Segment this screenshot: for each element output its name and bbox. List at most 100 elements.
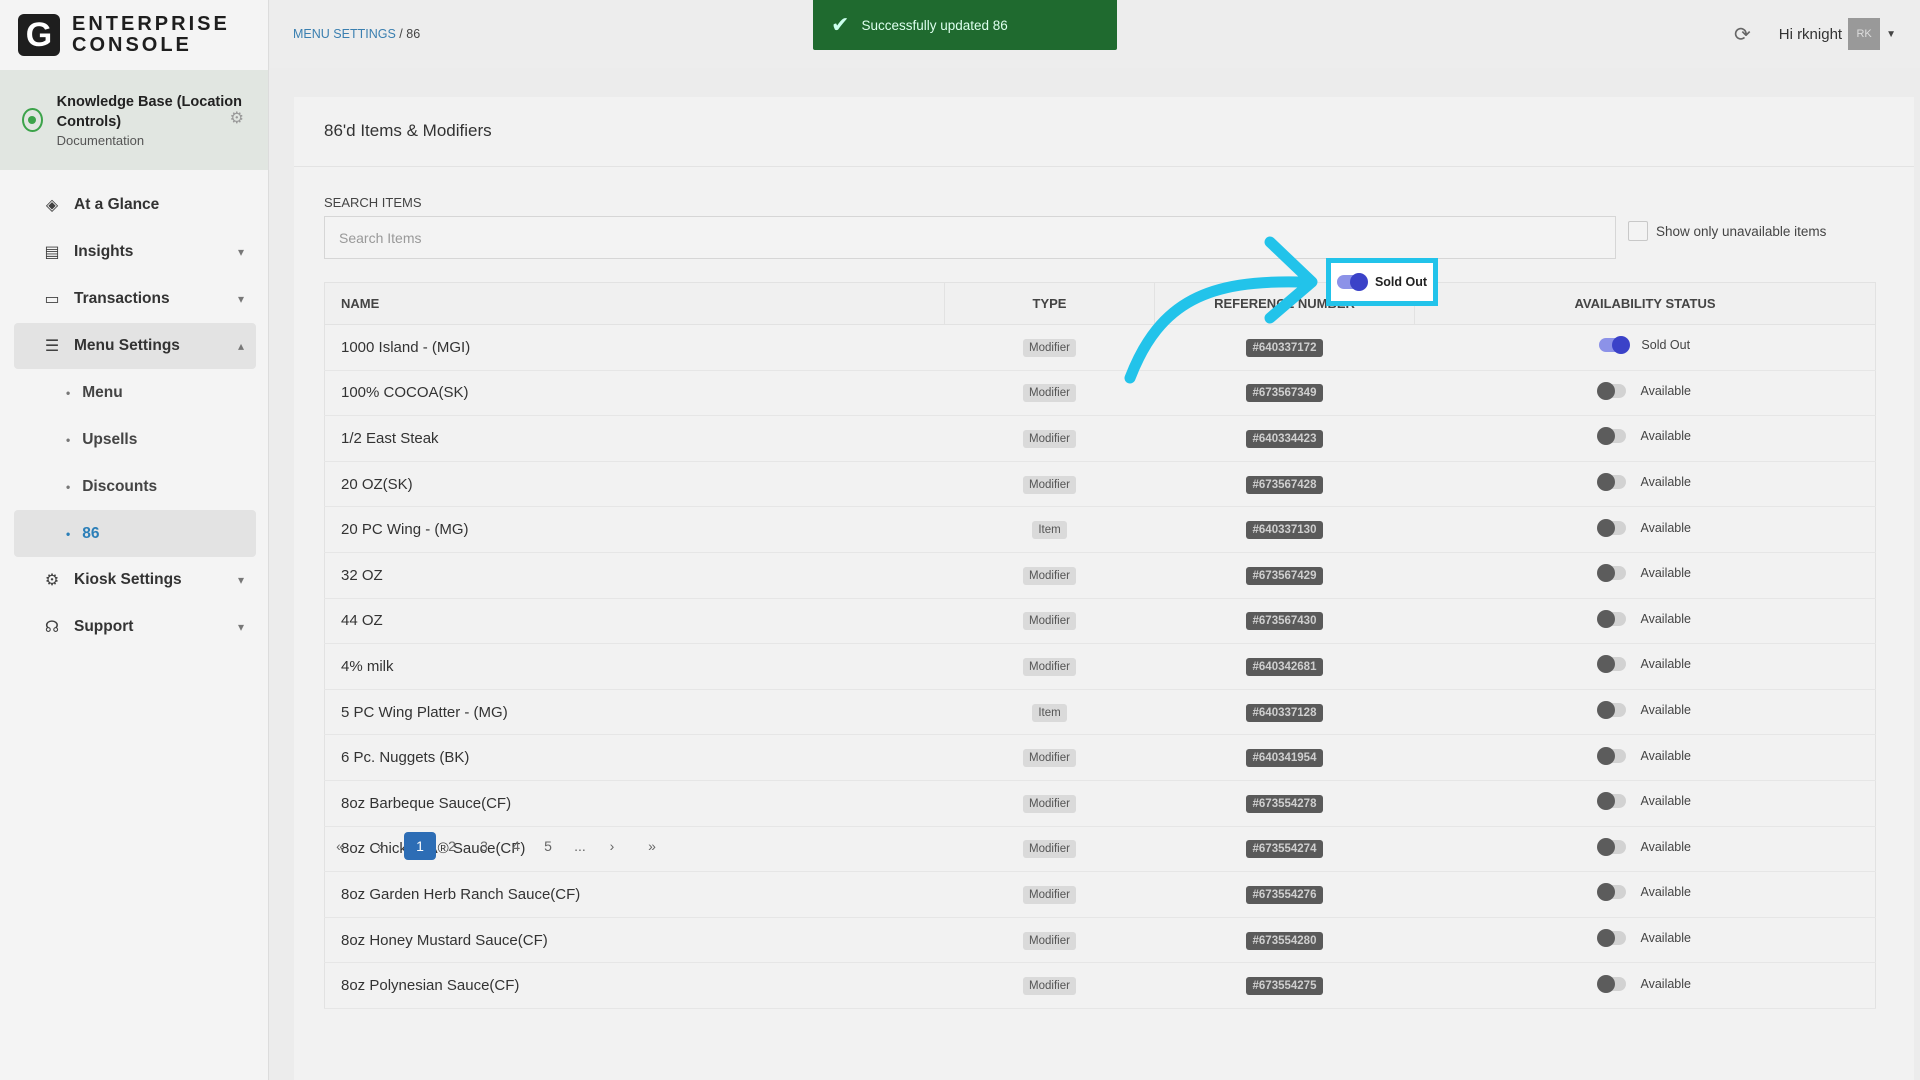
availability-toggle[interactable]: Available: [1597, 655, 1691, 674]
chevron-down-icon: ▾: [237, 573, 244, 587]
availability-toggle[interactable]: Available: [1597, 929, 1691, 948]
sidebar-subitem-menu[interactable]: Menu: [14, 369, 256, 416]
toggle-switch[interactable]: [1597, 792, 1627, 811]
status-toggle-switch[interactable]: [1336, 273, 1368, 291]
only-unavailable-checkbox[interactable]: [1628, 221, 1648, 241]
availability-toggle[interactable]: Available: [1597, 381, 1691, 400]
type-badge: Modifier: [1023, 840, 1076, 859]
toggle-switch[interactable]: [1599, 336, 1631, 355]
table-row: 4% milk Modifier #640342681 Available: [324, 643, 1876, 690]
headset-icon: ☊: [44, 619, 60, 636]
status-label: Available: [1640, 429, 1691, 444]
toggle-switch[interactable]: [1597, 473, 1627, 492]
item-ref-cell: #673554278: [1154, 780, 1415, 827]
status-label: Available: [1640, 931, 1691, 946]
toggle-switch[interactable]: [1597, 518, 1627, 537]
next-page-button[interactable]: ›: [596, 832, 628, 860]
toggle-switch[interactable]: [1597, 609, 1627, 628]
availability-toggle[interactable]: Available: [1597, 883, 1691, 902]
page-button-1[interactable]: 1: [404, 832, 436, 860]
availability-toggle[interactable]: Available: [1597, 701, 1691, 720]
sidebar-item-insights[interactable]: ▤ Insights ▾: [14, 229, 256, 275]
item-type-cell: Modifier: [944, 917, 1155, 964]
type-badge: Modifier: [1023, 931, 1076, 950]
user-area: ⟳ Hi rknight RK ▼: [1734, 18, 1896, 50]
sidebar-subitem-upsells[interactable]: Upsells: [14, 416, 256, 463]
caret-down-icon[interactable]: ▼: [1886, 29, 1896, 40]
item-status-cell: Available: [1414, 689, 1876, 736]
gear-icon[interactable]: ⚙: [230, 108, 244, 128]
type-badge: Modifier: [1023, 429, 1076, 448]
toggle-switch[interactable]: [1597, 427, 1627, 446]
toggle-switch[interactable]: [1597, 974, 1627, 993]
availability-toggle[interactable]: Available: [1597, 746, 1691, 765]
item-status-cell: Available: [1414, 780, 1876, 827]
receipt-icon: ▭: [44, 291, 60, 308]
table-row: 5 PC Wing Platter - (MG) Item #640337128…: [324, 689, 1876, 736]
item-ref-cell: #640337128: [1154, 689, 1415, 736]
item-name: 100% COCOA(SK): [324, 370, 945, 417]
status-label: Available: [1640, 383, 1691, 398]
type-badge: Modifier: [1023, 566, 1076, 585]
page-button-5[interactable]: 5: [532, 832, 564, 860]
avatar[interactable]: RK: [1848, 18, 1881, 50]
sidebar: G ENTERPRISE CONSOLE Knowledge Base (Loc…: [0, 0, 269, 1080]
availability-toggle[interactable]: Available: [1597, 427, 1691, 446]
prev-page-button[interactable]: ‹: [364, 832, 396, 860]
toggle-switch[interactable]: [1597, 701, 1627, 720]
sidebar-item-support[interactable]: ☊ Support ▾: [14, 604, 256, 650]
toggle-switch[interactable]: [1597, 837, 1627, 856]
item-type-cell: Modifier: [944, 461, 1155, 508]
availability-toggle[interactable]: Available: [1597, 609, 1691, 628]
only-unavailable-toggle[interactable]: Show only unavailable items: [1628, 221, 1826, 241]
reference-badge: #673554278: [1245, 794, 1324, 813]
toggle-switch[interactable]: [1597, 929, 1627, 948]
breadcrumb-separator: /: [399, 27, 403, 41]
refresh-icon[interactable]: ⟳: [1734, 22, 1751, 47]
sidebar-item-menu-settings[interactable]: ☰ Menu Settings ▴: [14, 323, 256, 369]
toggle-switch[interactable]: [1597, 655, 1627, 674]
chart-icon: ▤: [44, 244, 60, 261]
availability-toggle[interactable]: Available: [1597, 473, 1691, 492]
sidebar-item-at-a-glance[interactable]: ◈ At a Glance: [14, 182, 256, 228]
logo[interactable]: G ENTERPRISE CONSOLE: [0, 0, 268, 70]
item-ref-cell: #673554276: [1154, 871, 1415, 918]
availability-toggle[interactable]: Available: [1597, 564, 1691, 583]
user-greeting: Hi rknight: [1778, 25, 1843, 43]
toggle-switch[interactable]: [1597, 564, 1627, 583]
toggle-switch[interactable]: [1597, 746, 1627, 765]
item-name: 5 PC Wing Platter - (MG): [324, 689, 945, 736]
availability-toggle[interactable]: Available: [1597, 974, 1691, 993]
items-table: NAME TYPE REFERENCE NUMBER AVAILABILITY …: [324, 282, 1876, 1009]
first-page-button[interactable]: «: [324, 832, 356, 860]
page-button-2[interactable]: 2: [436, 832, 468, 860]
breadcrumb-parent[interactable]: MENU SETTINGS: [293, 27, 396, 41]
sidebar-subitem-discounts[interactable]: Discounts: [14, 463, 256, 510]
item-type-cell: Modifier: [944, 734, 1155, 781]
availability-toggle[interactable]: Available: [1597, 837, 1691, 856]
search-input[interactable]: [324, 216, 1616, 259]
highlighted-status-toggle[interactable]: Sold Out: [1326, 258, 1438, 306]
sidebar-item-kiosk-settings[interactable]: ⚙ Kiosk Settings ▾: [14, 557, 256, 603]
page-button-3[interactable]: 3: [468, 832, 500, 860]
availability-toggle[interactable]: Available: [1597, 518, 1691, 537]
item-type-cell: Modifier: [944, 643, 1155, 690]
only-unavailable-label: Show only unavailable items: [1656, 223, 1827, 239]
item-status-cell: Available: [1414, 962, 1876, 1009]
table-row: 32 OZ Modifier #673567429 Available: [324, 552, 1876, 599]
sidebar-item-label: Support: [74, 618, 134, 635]
availability-toggle[interactable]: Sold Out: [1599, 336, 1690, 355]
availability-toggle[interactable]: Available: [1597, 792, 1691, 811]
item-status-cell: Available: [1414, 734, 1876, 781]
sidebar-nav: ◈ At a Glance ▤ Insights ▾ ▭ Transaction…: [0, 182, 268, 650]
toggle-switch[interactable]: [1597, 381, 1627, 400]
location-selector[interactable]: Knowledge Base (Location Controls) Docum…: [0, 70, 268, 170]
last-page-button[interactable]: »: [636, 832, 668, 860]
chevron-down-icon: ▾: [237, 245, 244, 259]
sidebar-subitem-86[interactable]: 86: [14, 510, 256, 557]
chevron-down-icon: ▾: [237, 620, 244, 634]
sidebar-item-transactions[interactable]: ▭ Transactions ▾: [14, 276, 256, 322]
toggle-switch[interactable]: [1597, 883, 1627, 902]
page-button-4[interactable]: 4: [500, 832, 532, 860]
menu-icon: ☰: [44, 338, 60, 355]
